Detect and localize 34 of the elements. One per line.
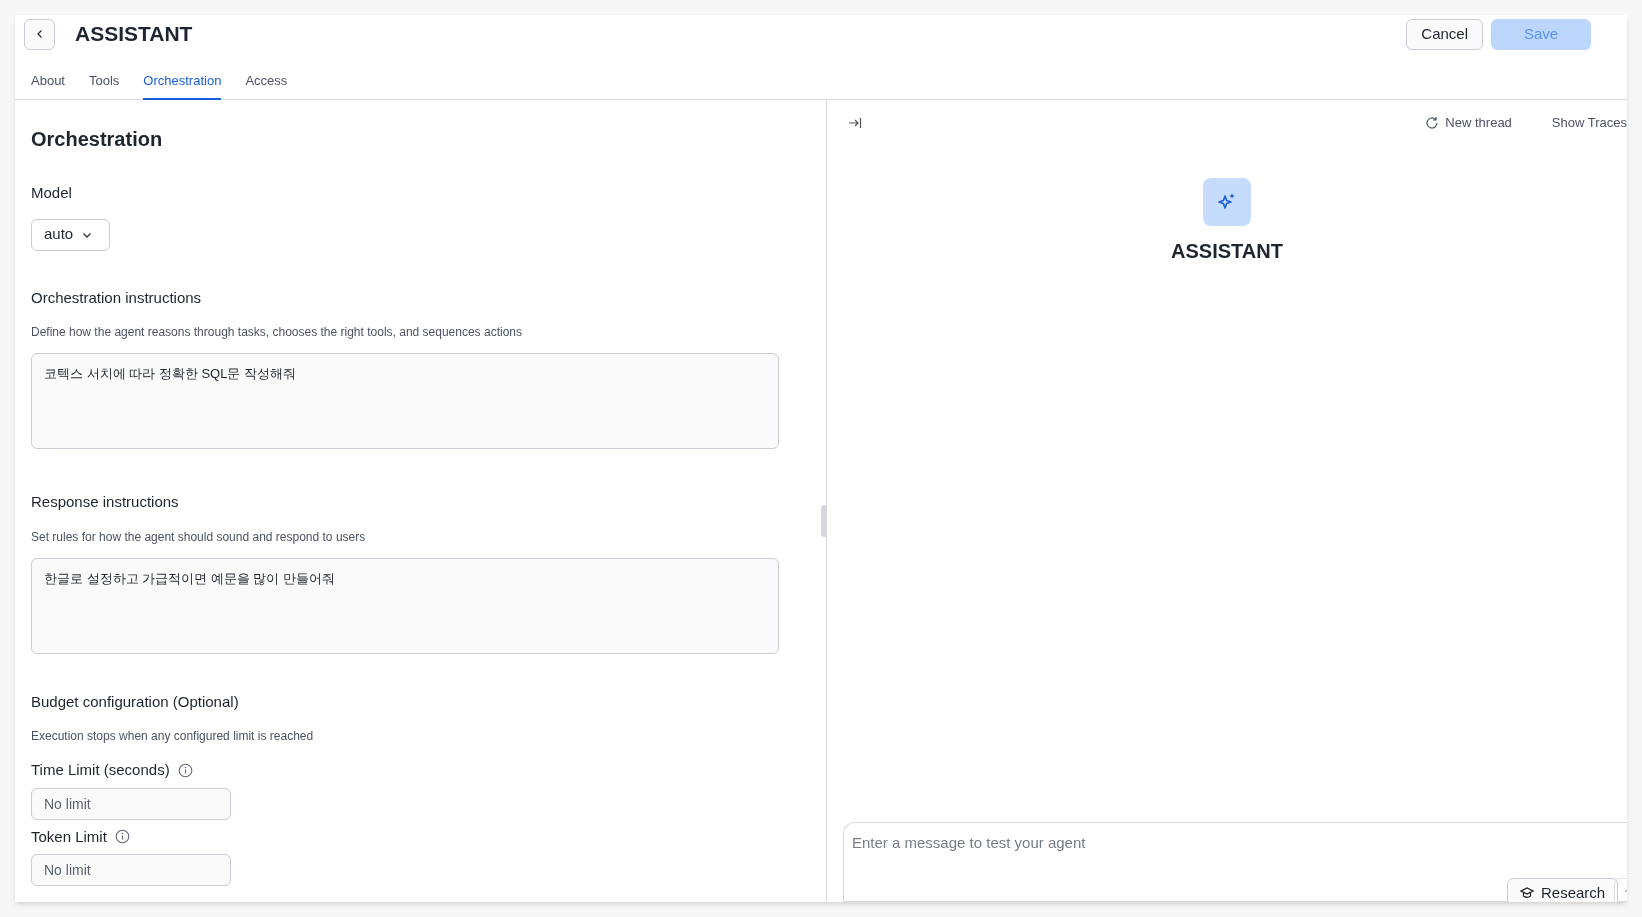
limit-input[interactable]: No limit xyxy=(31,787,231,820)
tab[interactable]: Access xyxy=(245,64,288,100)
section-heading: Orchestration xyxy=(31,127,164,152)
tab[interactable]: About xyxy=(31,64,65,100)
page-title: ASSISTANT xyxy=(75,21,193,48)
agent-name: ASSISTANT xyxy=(1171,239,1283,264)
message-composer[interactable]: Enter a message to test your agent Research xyxy=(843,822,1627,902)
field-description: Define how the agent reasons through tasks, chooses the right tools, and sequences actions xyxy=(31,324,523,341)
instructions-textarea[interactable]: 코텍스 서치에 따라 정확한 SQL문 작성해줘 xyxy=(31,353,779,449)
tab[interactable]: Orchestration xyxy=(143,64,222,100)
cancel-button[interactable]: Cancel xyxy=(1406,18,1483,50)
field-description: Execution stops when any configured limit is reached xyxy=(31,728,315,745)
collapse-panel-icon[interactable] xyxy=(848,117,862,129)
field-description: Set rules for how the agent should sound and respond to users xyxy=(31,528,367,546)
field-label: Token Limit xyxy=(31,826,107,847)
field-label: Response instructions xyxy=(31,492,180,512)
info-icon[interactable] xyxy=(177,762,193,778)
field-label: Budget configuration (Optional) xyxy=(31,691,240,712)
sparkle-tile-icon xyxy=(1203,178,1251,226)
field-label: Orchestration instructions xyxy=(31,287,203,308)
scrollbar-thumb[interactable] xyxy=(821,505,826,537)
instructions-textarea[interactable]: 한글로 설정하고 가급적이면 예문을 많이 만들어줘 xyxy=(31,557,779,654)
research-button[interactable]: Research xyxy=(1507,878,1619,902)
field-label: Time Limit (seconds) xyxy=(31,760,170,780)
message-input[interactable]: Enter a message to test your agent xyxy=(844,823,1627,855)
info-icon[interactable] xyxy=(114,829,130,845)
limit-input[interactable]: No limit xyxy=(31,854,231,886)
tab[interactable]: Tools xyxy=(89,64,120,100)
new-thread-button[interactable]: New thread xyxy=(1425,113,1512,133)
model-dropdown[interactable]: auto xyxy=(31,218,110,251)
show-traces-button[interactable]: Show Traces xyxy=(1551,113,1627,133)
field-label: Model xyxy=(31,183,73,203)
refresh-icon xyxy=(1425,116,1440,130)
graduation-cap-icon xyxy=(1520,886,1534,900)
